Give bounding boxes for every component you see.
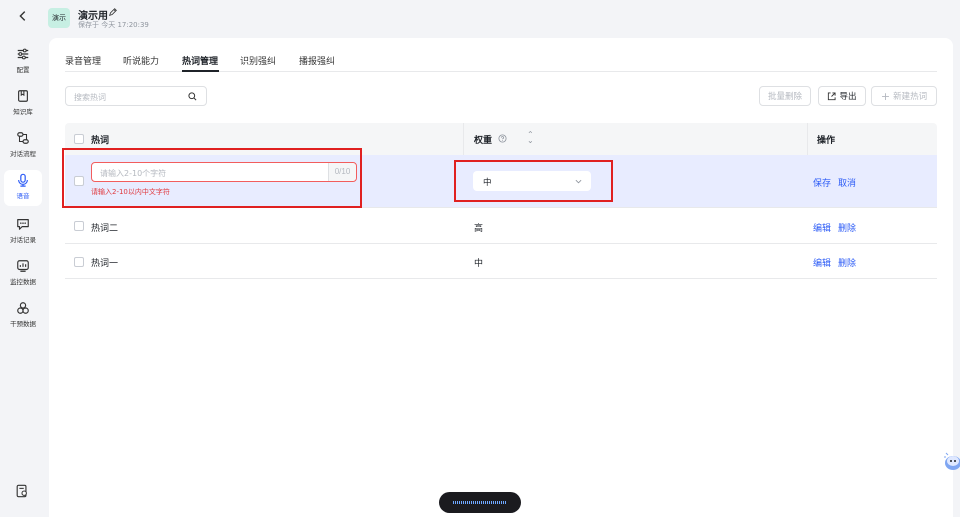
save-link[interactable]: 保存	[813, 176, 831, 189]
sidebar-item-label: 监控数据	[10, 278, 36, 286]
tab-broadcast-correction[interactable]: 播报强纠	[299, 54, 335, 67]
table-row: 热词二 高 编辑 删除	[65, 208, 937, 244]
export-button[interactable]: 导出	[818, 86, 866, 106]
highlight-box-input	[62, 148, 362, 208]
header-hotword: 热词	[91, 136, 110, 146]
tab-listen-speak[interactable]: 听说能力	[123, 54, 159, 67]
sidebar-item-intervene[interactable]: 干预数据	[4, 298, 42, 334]
sidebar-item-knowledge[interactable]: 知识库	[4, 86, 42, 122]
active-tab-indicator	[182, 70, 219, 72]
search-input[interactable]: 搜索热词	[65, 86, 207, 106]
search-placeholder: 搜索热词	[74, 93, 106, 102]
edit-pencil-icon[interactable]	[108, 7, 118, 17]
main-panel: 录音管理 听说能力 热词管理 识别强纠 播报强纠 搜索热词 批量删除 导出 + …	[49, 38, 953, 517]
row-checkbox[interactable]	[74, 221, 84, 231]
sidebar-item-label: 对话流程	[10, 150, 36, 158]
sidebar-item-label: 语音	[16, 192, 30, 200]
weight-cell: 中	[474, 259, 484, 269]
sidebar-item-records[interactable]: 对话记录	[4, 214, 42, 250]
delete-link[interactable]: 删除	[838, 221, 856, 234]
sidebar-item-label: 干预数据	[10, 320, 36, 328]
header-actions: 操作	[817, 136, 836, 146]
tab-bar: 录音管理 听说能力 热词管理 识别强纠 播报强纠	[65, 52, 937, 72]
left-sidebar: 配置 知识库 对话流程 语音 对话记录 监控数据 干预数据	[0, 0, 44, 517]
tab-hotwords[interactable]: 热词管理	[182, 54, 218, 67]
hotword-cell: 热词二	[91, 224, 119, 234]
batch-delete-button[interactable]: 批量删除	[759, 86, 811, 106]
help-circle-icon[interactable]	[498, 134, 507, 143]
export-icon	[828, 91, 837, 100]
edit-link[interactable]: 编辑	[813, 256, 831, 269]
header-weight: 权重	[474, 136, 493, 146]
new-hotword-label: 新建热词	[893, 92, 928, 102]
voice-waveform-pill[interactable]	[439, 492, 521, 513]
cancel-link[interactable]: 取消	[838, 176, 856, 189]
column-divider	[463, 123, 464, 155]
chat-icon	[17, 219, 29, 230]
sidebar-item-monitor[interactable]: 监控数据	[4, 256, 42, 292]
flow-icon	[17, 132, 29, 144]
app-avatar: 演示	[48, 8, 70, 28]
table-row: 热词一 中 编辑 删除	[65, 244, 937, 279]
assistant-mascot-icon[interactable]	[942, 446, 960, 472]
search-icon	[188, 92, 197, 101]
tab-recognition-correction[interactable]: 识别强纠	[240, 54, 276, 67]
sidebar-item-label: 知识库	[13, 108, 33, 116]
edit-link[interactable]: 编辑	[813, 221, 831, 234]
highlight-box-weight	[454, 160, 613, 202]
sort-icon[interactable]: ⌃ ⌄	[527, 131, 534, 145]
delete-link[interactable]: 删除	[838, 256, 856, 269]
book-icon	[18, 90, 28, 102]
sidebar-item-label: 对话记录	[10, 236, 36, 244]
column-divider	[807, 123, 808, 155]
select-all-checkbox[interactable]	[74, 134, 84, 144]
save-timestamp: 保存于 今天 17:20:39	[78, 21, 149, 29]
row-checkbox[interactable]	[74, 257, 84, 267]
sidebar-item-config[interactable]: 配置	[4, 44, 42, 80]
tab-recording[interactable]: 录音管理	[65, 54, 101, 67]
document-settings-icon[interactable]	[15, 484, 29, 498]
hotword-cell: 热词一	[91, 259, 119, 269]
plus-icon: +	[880, 89, 891, 103]
weight-cell: 高	[474, 224, 484, 234]
export-label: 导出	[839, 92, 857, 102]
sidebar-item-flow[interactable]: 对话流程	[4, 128, 42, 164]
intervene-icon	[17, 302, 29, 314]
sliders-icon	[17, 48, 29, 60]
waveform-icon	[453, 501, 507, 504]
sidebar-item-voice[interactable]: 语音	[4, 170, 42, 206]
new-hotword-button[interactable]: + 新建热词	[871, 86, 937, 106]
back-arrow-icon[interactable]	[14, 9, 32, 27]
monitor-icon	[17, 260, 29, 272]
microphone-icon	[18, 173, 28, 187]
sidebar-item-label: 配置	[16, 66, 30, 74]
